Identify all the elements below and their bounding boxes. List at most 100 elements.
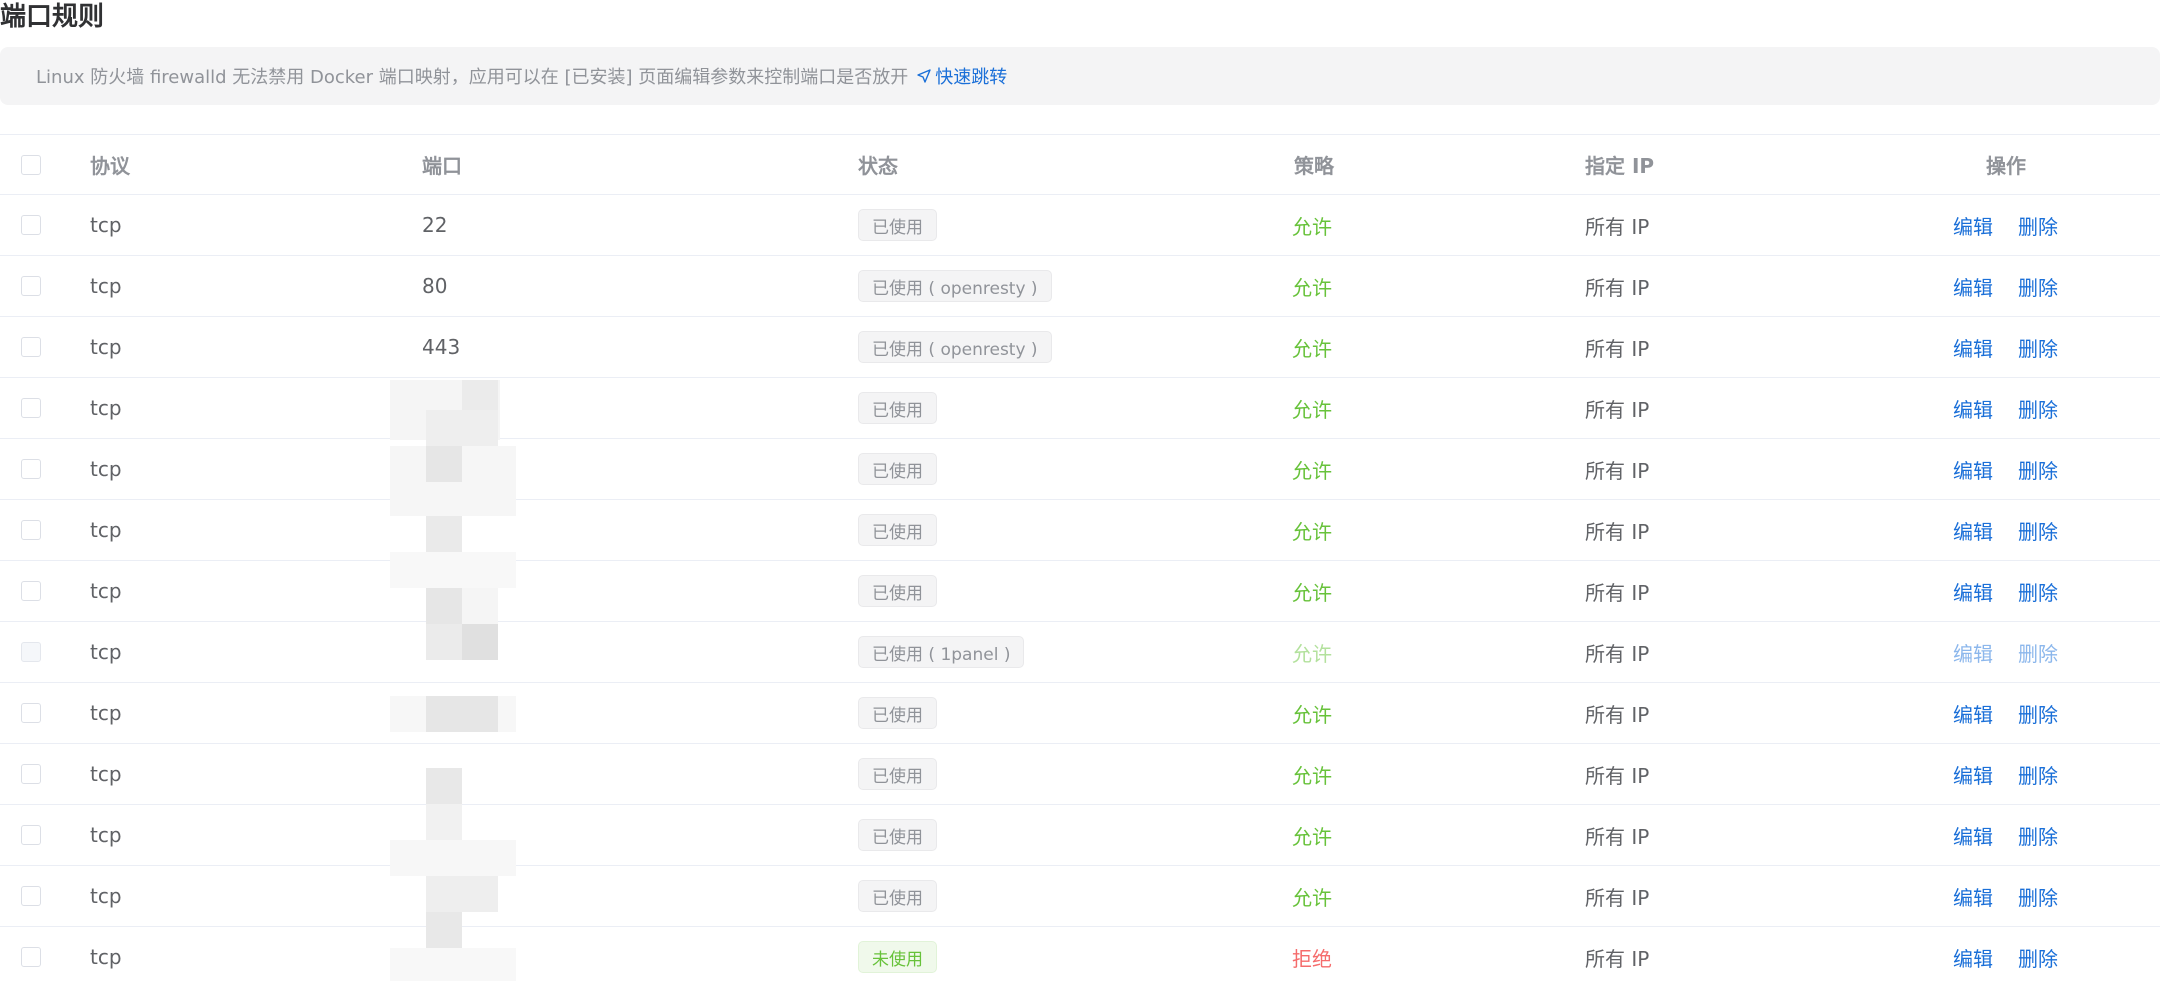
status-badge: 未使用 (858, 941, 937, 973)
operations-cell: 编辑 删除 (1953, 866, 2083, 926)
edit-button[interactable]: 编辑 (1953, 577, 1993, 606)
row-checkbox[interactable] (21, 581, 41, 601)
operations-cell: 编辑 删除 (1953, 805, 2083, 865)
header-port: 端口 (422, 154, 462, 178)
delete-button[interactable]: 删除 (2018, 272, 2058, 301)
ip-cell: 所有 IP (1585, 763, 1650, 788)
protocol-cell: tcp (90, 762, 122, 786)
protocol-cell: tcp (90, 274, 122, 298)
header-status: 状态 (858, 154, 898, 178)
select-all-checkbox[interactable] (21, 154, 41, 175)
ip-cell: 所有 IP (1585, 458, 1650, 483)
notice-text: Linux 防火墙 firewalld 无法禁用 Docker 端口映射，应用可… (36, 67, 909, 88)
quick-jump-label: 快速跳转 (935, 67, 1008, 88)
row-checkbox (21, 642, 41, 662)
operations-cell: 编辑 删除 (1953, 683, 2083, 743)
delete-button[interactable]: 删除 (2018, 455, 2058, 484)
row-checkbox[interactable] (21, 276, 41, 296)
header-strategy: 策略 (1294, 154, 1334, 178)
operations-cell: 编辑 删除 (1953, 378, 2083, 438)
row-checkbox[interactable] (21, 703, 41, 723)
row-checkbox[interactable] (21, 520, 41, 540)
table-row: tcp 443 已使用 ( openresty ) 允许 所有 IP 编辑 删除 (0, 317, 2160, 378)
port-rules-page: 端口规则 Linux 防火墙 firewalld 无法禁用 Docker 端口映… (0, 0, 2160, 981)
port-cell: 22 (422, 213, 448, 237)
strategy-text: 允许 (1292, 641, 1332, 666)
header-protocol: 协议 (90, 154, 130, 178)
delete-button[interactable]: 删除 (2018, 516, 2058, 545)
delete-button[interactable]: 删除 (2018, 333, 2058, 362)
status-badge: 已使用 (858, 819, 937, 851)
table-body: tcp 22 已使用 允许 所有 IP 编辑 删除 tcp 80 已使用 ( openresty … (0, 195, 2160, 981)
row-checkbox[interactable] (21, 215, 41, 235)
ip-cell: 所有 IP (1585, 336, 1650, 361)
table-row: tcp 已使用 允许 所有 IP 编辑 删除 (0, 805, 2160, 866)
edit-button[interactable]: 编辑 (1953, 272, 1993, 301)
page-title: 端口规则 (0, 2, 105, 32)
strategy-text: 允许 (1292, 702, 1332, 727)
send-icon (917, 69, 931, 83)
row-checkbox[interactable] (21, 947, 41, 967)
ip-cell: 所有 IP (1585, 397, 1650, 422)
delete-button[interactable]: 删除 (2018, 211, 2058, 240)
status-badge: 已使用 (858, 575, 937, 607)
strategy-text: 拒绝 (1292, 946, 1332, 971)
operations-cell: 编辑 删除 (1953, 439, 2083, 499)
row-checkbox[interactable] (21, 825, 41, 845)
row-checkbox[interactable] (21, 337, 41, 357)
status-badge: 已使用 (858, 209, 937, 241)
table-row: tcp 已使用 允许 所有 IP 编辑 删除 (0, 683, 2160, 744)
delete-button[interactable]: 删除 (2018, 577, 2058, 606)
edit-button[interactable]: 编辑 (1953, 211, 1993, 240)
header-operations: 操作 (1986, 154, 2026, 178)
port-rules-table: 协议 端口 状态 策略 指定 IP 操作 tcp 22 已使用 允许 所有 IP 编辑 删除… (0, 134, 2160, 981)
strategy-text: 允许 (1292, 214, 1332, 239)
row-checkbox[interactable] (21, 398, 41, 418)
delete-button[interactable]: 删除 (2018, 394, 2058, 423)
edit-button[interactable]: 编辑 (1953, 699, 1993, 728)
edit-button[interactable]: 编辑 (1953, 943, 1993, 972)
row-checkbox[interactable] (21, 764, 41, 784)
protocol-cell: tcp (90, 213, 122, 237)
edit-button[interactable]: 编辑 (1953, 333, 1993, 362)
status-badge: 已使用 (858, 514, 937, 546)
operations-cell: 编辑 删除 (1953, 195, 2083, 255)
status-badge: 已使用 (858, 392, 937, 424)
table-row: tcp 22 已使用 允许 所有 IP 编辑 删除 (0, 195, 2160, 256)
protocol-cell: tcp (90, 823, 122, 847)
table-row: tcp 已使用 允许 所有 IP 编辑 删除 (0, 378, 2160, 439)
delete-button[interactable]: 删除 (2018, 699, 2058, 728)
delete-button[interactable]: 删除 (2018, 760, 2058, 789)
status-badge: 已使用 (858, 758, 937, 790)
edit-button[interactable]: 编辑 (1953, 821, 1993, 850)
edit-button[interactable]: 编辑 (1953, 455, 1993, 484)
protocol-cell: tcp (90, 701, 122, 725)
delete-button[interactable]: 删除 (2018, 821, 2058, 850)
strategy-text: 允许 (1292, 336, 1332, 361)
delete-button[interactable]: 删除 (2018, 882, 2058, 911)
protocol-cell: tcp (90, 457, 122, 481)
delete-button[interactable]: 删除 (2018, 943, 2058, 972)
edit-button: 编辑 (1953, 641, 1993, 666)
ip-cell: 所有 IP (1585, 275, 1650, 300)
edit-button[interactable]: 编辑 (1953, 760, 1993, 789)
edit-button[interactable]: 编辑 (1953, 516, 1993, 545)
quick-jump-link[interactable]: 快速跳转 (916, 63, 1007, 89)
header-ip: 指定 IP (1585, 154, 1655, 178)
edit-button[interactable]: 编辑 (1953, 394, 1993, 423)
operations-cell: 编辑 删除 (1953, 561, 2083, 621)
operations-cell: 编辑 删除 (1953, 744, 2083, 804)
edit-button[interactable]: 编辑 (1953, 882, 1993, 911)
operations-cell: 编辑 删除 (1953, 500, 2083, 560)
table-header-row: 协议 端口 状态 策略 指定 IP 操作 (0, 135, 2160, 195)
operations-cell: 编辑 删除 (1953, 256, 2083, 316)
ip-cell: 所有 IP (1585, 580, 1650, 605)
ip-cell: 所有 IP (1585, 519, 1650, 544)
ip-cell: 所有 IP (1585, 214, 1650, 239)
status-badge: 已使用 (858, 880, 937, 912)
operations-cell: 编辑 删除 (1953, 927, 2083, 981)
row-checkbox[interactable] (21, 459, 41, 479)
operations-cell: 编辑 删除 (1953, 622, 2083, 682)
row-checkbox[interactable] (21, 886, 41, 906)
ip-cell: 所有 IP (1585, 702, 1650, 727)
